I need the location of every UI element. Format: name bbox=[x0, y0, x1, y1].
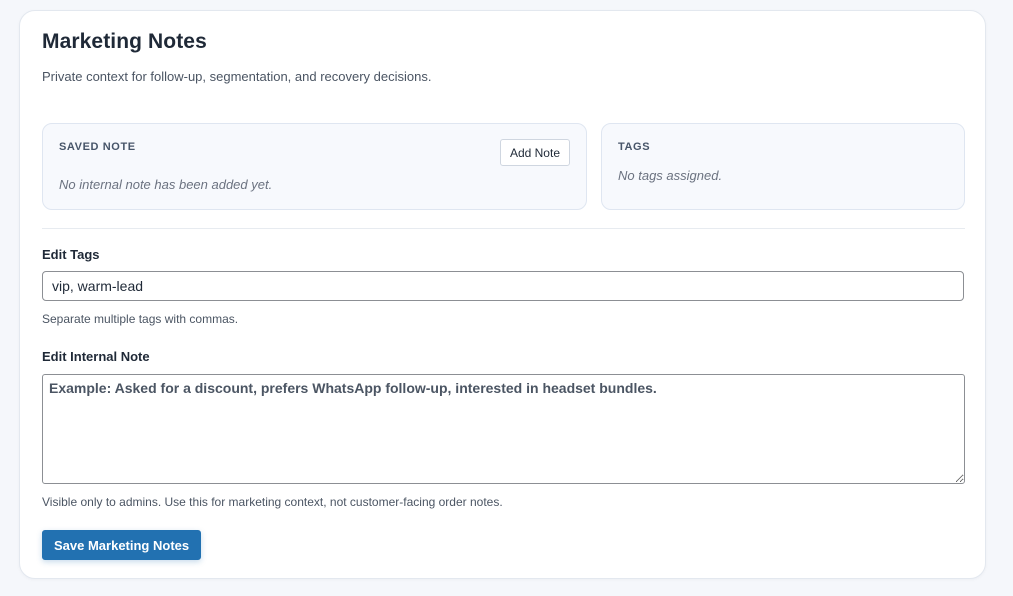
tags-label: TAGS bbox=[618, 141, 651, 153]
edit-tags-help: Separate multiple tags with commas. bbox=[42, 312, 239, 326]
saved-note-panel: SAVED NOTE Add Note No internal note has… bbox=[42, 123, 587, 210]
page-subtitle: Private context for follow-up, segmentat… bbox=[42, 69, 432, 84]
edit-note-help: Visible only to admins. Use this for mar… bbox=[42, 495, 503, 509]
edit-note-label: Edit Internal Note bbox=[42, 349, 150, 364]
add-note-button[interactable]: Add Note bbox=[499, 139, 570, 166]
page-title: Marketing Notes bbox=[42, 30, 207, 53]
marketing-notes-card: Marketing Notes Private context for foll… bbox=[19, 10, 986, 579]
saved-note-label: SAVED NOTE bbox=[59, 141, 136, 153]
save-marketing-notes-button[interactable]: Save Marketing Notes bbox=[42, 530, 202, 560]
saved-note-empty-text: No internal note has been added yet. bbox=[59, 177, 273, 192]
edit-tags-label: Edit Tags bbox=[42, 247, 100, 262]
tags-panel: TAGS No tags assigned. bbox=[601, 123, 965, 210]
section-divider bbox=[42, 228, 965, 229]
tags-empty-text: No tags assigned. bbox=[618, 168, 723, 183]
edit-note-textarea[interactable] bbox=[42, 374, 965, 484]
edit-tags-input[interactable] bbox=[42, 271, 964, 301]
